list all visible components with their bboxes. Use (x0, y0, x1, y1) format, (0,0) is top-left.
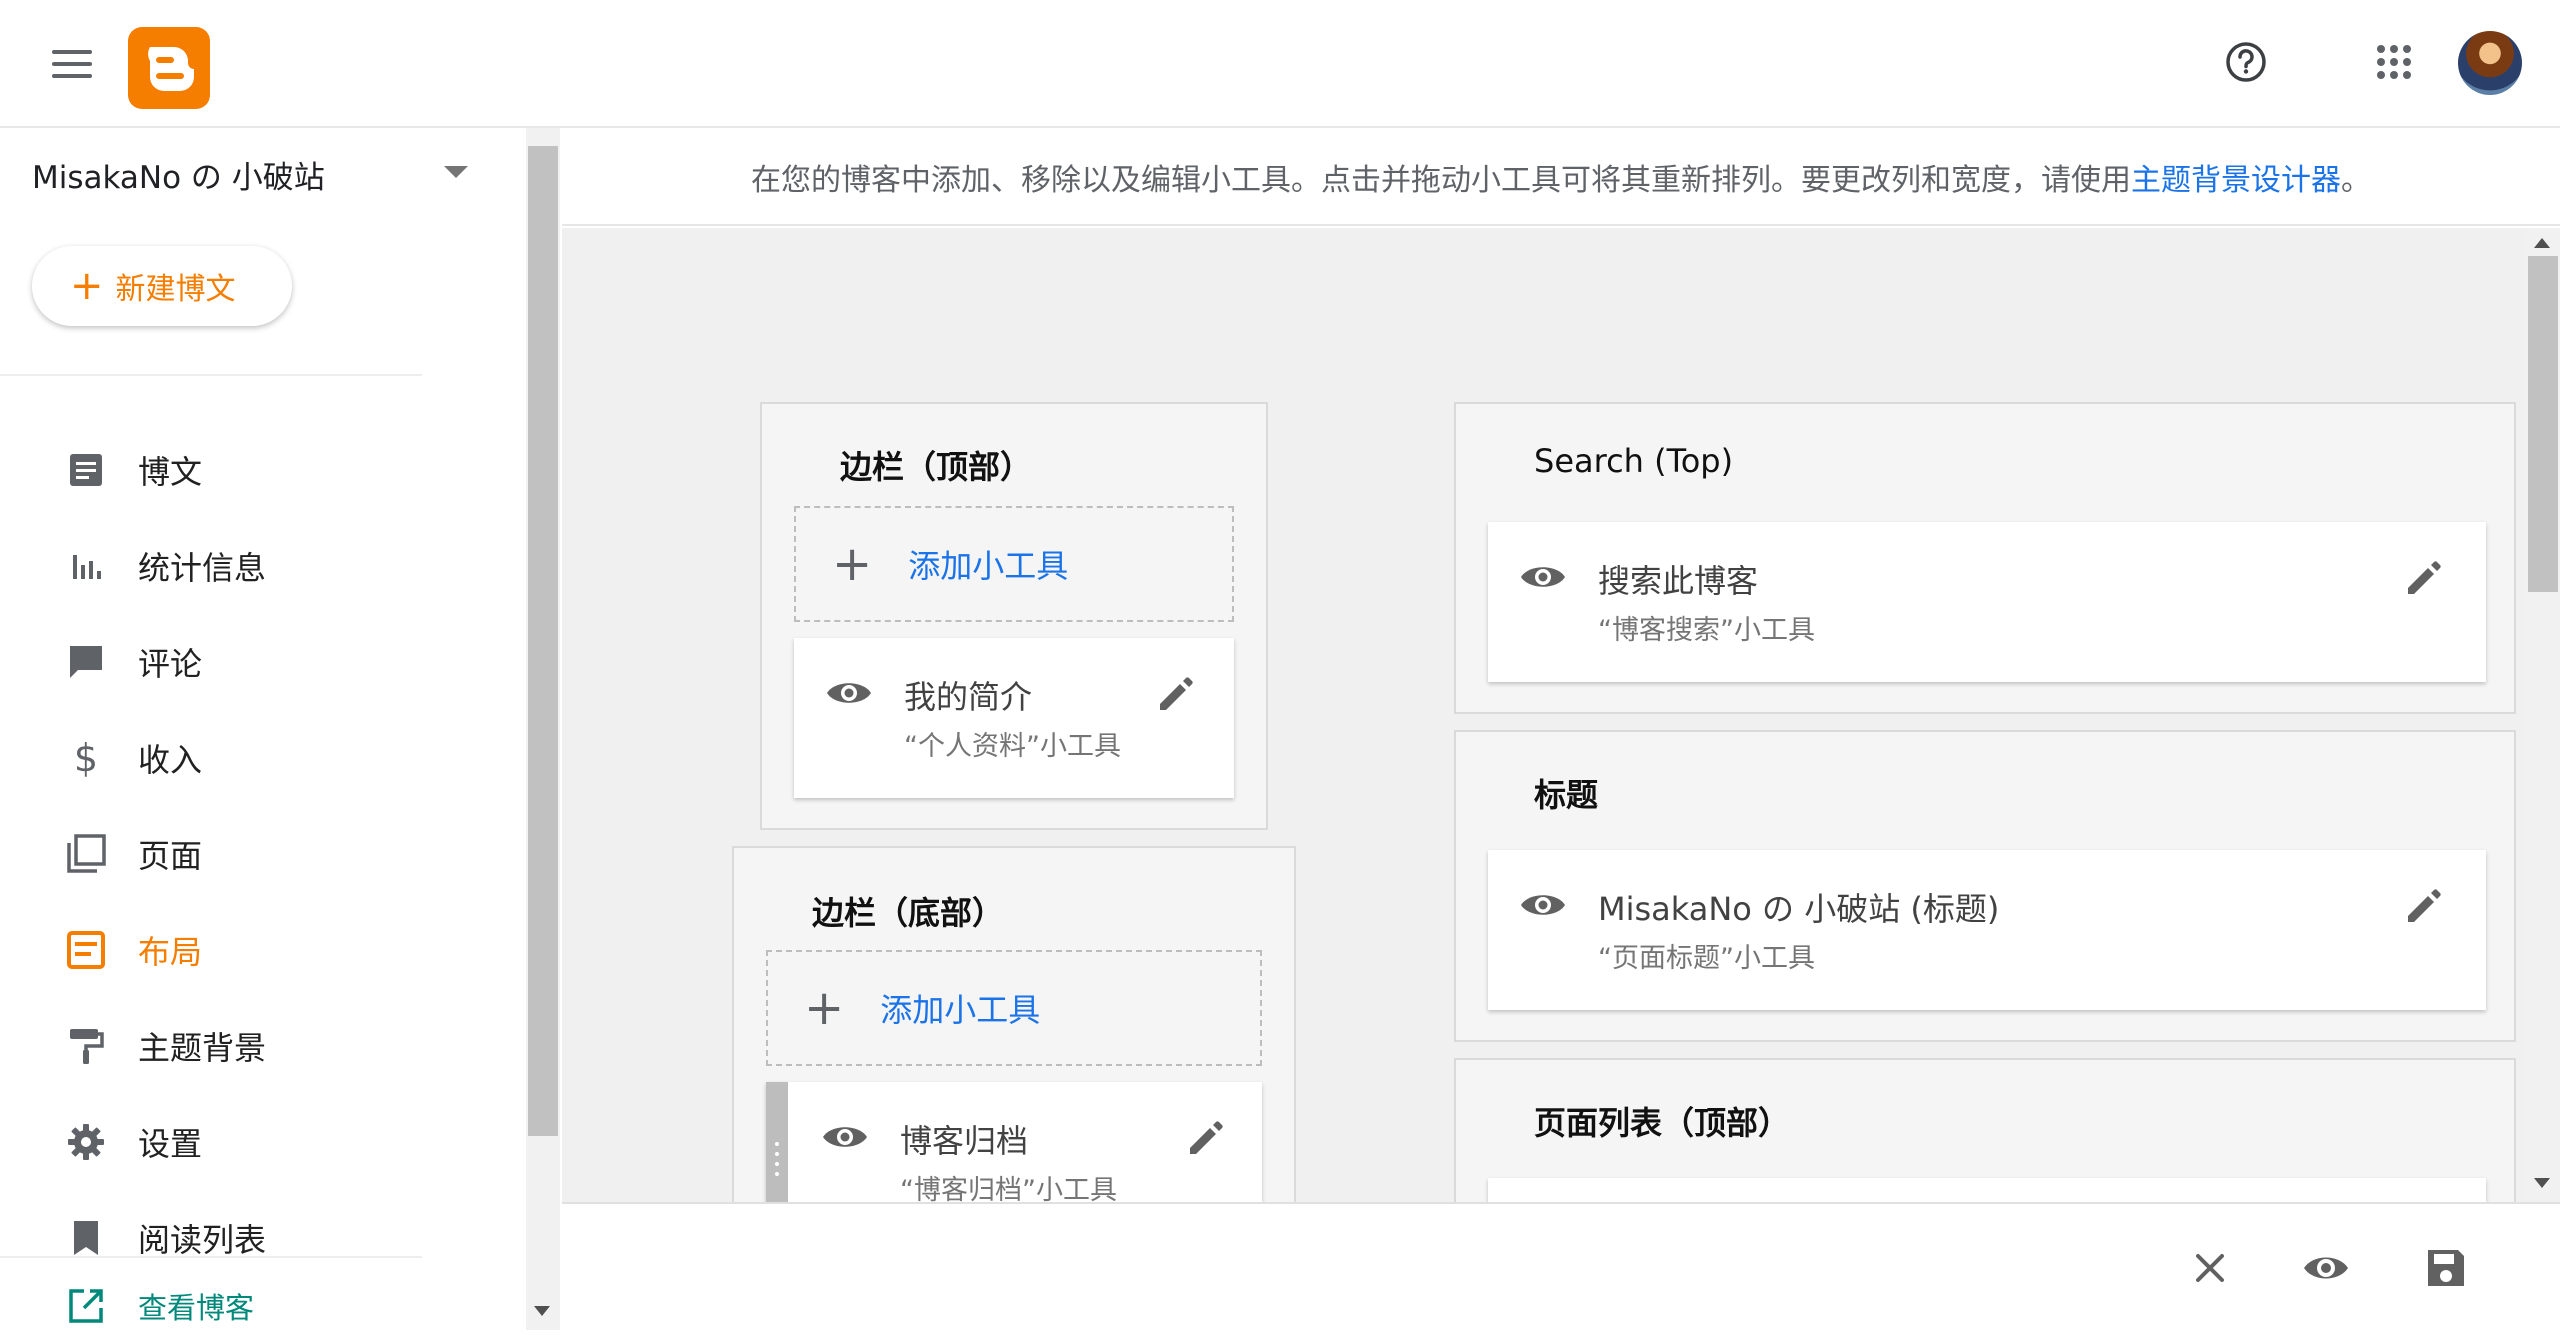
view-blog-label: 查看博客 (138, 1291, 255, 1325)
save-icon[interactable] (2422, 1244, 2470, 1292)
widget-name: 博客归档 (900, 1122, 1029, 1160)
add-gadget-label: 添加小工具 (908, 547, 1069, 585)
top-app-bar (0, 0, 2560, 128)
paint-roller-icon (62, 1022, 110, 1070)
eye-icon[interactable] (2302, 1244, 2350, 1292)
section-header: 标题 MisakaNo の 小破站 (标题) “页面标题”小工具 (1454, 730, 2516, 1042)
widget-page-title[interactable]: MisakaNo の 小破站 (标题) “页面标题”小工具 (1488, 850, 2486, 1010)
sidebar-item-reading-list[interactable]: 阅读列表 (62, 1208, 422, 1268)
apps-grid-icon[interactable] (2376, 44, 2412, 80)
sidebar-item-layout[interactable]: 布局 (62, 920, 422, 980)
posts-icon (62, 446, 110, 494)
hamburger-icon[interactable] (52, 50, 92, 80)
sidebar-item-comments[interactable]: 评论 (62, 632, 422, 692)
sidebar-item-label: 博文 (138, 453, 203, 491)
sidebar-item-label: 统计信息 (138, 549, 267, 587)
section-title: 边栏（顶部） (840, 448, 1033, 486)
sidebar-item-label: 主题背景 (138, 1029, 267, 1067)
sidebar-item-label: 评论 (138, 645, 203, 683)
user-avatar[interactable] (2458, 31, 2522, 95)
pencil-icon[interactable] (1156, 674, 1196, 714)
section-title: Search (Top) (1534, 442, 1734, 480)
plus-icon: + (70, 263, 104, 309)
dollar-icon: $ (73, 736, 99, 780)
add-gadget-label: 添加小工具 (880, 991, 1041, 1029)
section-pagelist-top: 页面列表（顶部） (1454, 1058, 2516, 1202)
section-sidebar-bottom: 边栏（底部） + 添加小工具 博客归档 “博客归档”小工具 (732, 846, 1296, 1202)
layout-canvas: 边栏（顶部） + 添加小工具 我的简介 “个人资料”小工具 边栏（底部） + 添… (562, 228, 2524, 1202)
info-suffix: 。 (2341, 163, 2371, 198)
sidebar-scrollbar-thumb[interactable] (528, 146, 558, 1136)
new-post-label: 新建博文 (115, 272, 236, 307)
comments-icon (62, 638, 110, 686)
pencil-icon[interactable] (2404, 886, 2444, 926)
widget-page-list[interactable] (1488, 1178, 2486, 1202)
divider (0, 1256, 422, 1258)
sidebar-item-label: 布局 (138, 933, 203, 971)
new-post-button[interactable]: + 新建博文 (32, 246, 292, 326)
section-title: 页面列表（顶部） (1534, 1104, 1791, 1142)
scroll-down-arrow-icon[interactable] (2534, 1178, 2550, 1188)
plus-icon: + (832, 536, 873, 592)
sidebar-item-pages[interactable]: 页面 (62, 824, 422, 884)
widget-name: 搜索此博客 (1598, 562, 1759, 600)
widget-type: “博客搜索”小工具 (1598, 615, 1815, 646)
sidebar-item-settings[interactable]: 设置 (62, 1112, 422, 1172)
add-gadget-button[interactable]: + 添加小工具 (794, 506, 1234, 622)
scroll-down-arrow-icon[interactable] (534, 1306, 550, 1316)
sidebar: MisakaNo の 小破站 + 新建博文 博文 统计信息 评论 $ 收入 页面 (0, 130, 524, 1330)
divider (0, 374, 422, 376)
info-text: 在您的博客中添加、移除以及编辑小工具。点击并拖动小工具可将其重新排列。要更改列和… (751, 163, 2131, 198)
bookmark-icon (62, 1214, 110, 1262)
sidebar-item-label: 收入 (138, 741, 203, 779)
section-sidebar-top: 边栏（顶部） + 添加小工具 我的简介 “个人资料”小工具 (760, 402, 1268, 830)
pages-icon (62, 830, 110, 878)
eye-icon[interactable] (1520, 562, 1566, 592)
widget-name: MisakaNo の 小破站 (标题) (1598, 890, 2000, 928)
pencil-icon[interactable] (2404, 558, 2444, 598)
blog-selector[interactable]: MisakaNo の 小破站 (32, 152, 325, 197)
eye-icon[interactable] (822, 1122, 868, 1152)
widget-profile[interactable]: 我的简介 “个人资料”小工具 (794, 638, 1234, 798)
sidebar-item-label: 阅读列表 (138, 1221, 267, 1259)
chevron-down-icon[interactable] (444, 166, 468, 178)
pencil-icon[interactable] (1186, 1118, 1226, 1158)
drag-handle[interactable] (766, 1082, 788, 1202)
gear-icon (62, 1118, 110, 1166)
sidebar-item-label: 页面 (138, 837, 203, 875)
eye-icon[interactable] (1520, 890, 1566, 920)
stats-icon (62, 542, 110, 590)
open-in-new-icon (62, 1282, 110, 1330)
scroll-up-arrow-icon[interactable] (2534, 238, 2550, 248)
blogger-logo[interactable] (128, 27, 210, 109)
widget-type: “个人资料”小工具 (904, 731, 1121, 762)
help-circle-icon[interactable] (2224, 40, 2268, 84)
sidebar-item-stats[interactable]: 统计信息 (62, 536, 422, 596)
bottom-action-bar (562, 1202, 2560, 1330)
sidebar-item-label: 设置 (138, 1125, 203, 1163)
add-gadget-button[interactable]: + 添加小工具 (766, 950, 1262, 1066)
plus-icon: + (804, 980, 845, 1036)
sidebar-item-posts[interactable]: 博文 (62, 440, 422, 500)
eye-icon[interactable] (826, 678, 872, 708)
widget-blog-search[interactable]: 搜索此博客 “博客搜索”小工具 (1488, 522, 2486, 682)
section-search-top: Search (Top) 搜索此博客 “博客搜索”小工具 (1454, 402, 2516, 714)
sidebar-item-earnings[interactable]: $ 收入 (62, 728, 422, 788)
widget-blog-archive[interactable]: 博客归档 “博客归档”小工具 (766, 1082, 1262, 1202)
widget-type: “博客归档”小工具 (900, 1175, 1117, 1202)
sidebar-item-theme[interactable]: 主题背景 (62, 1016, 422, 1076)
layout-icon (62, 926, 110, 974)
theme-designer-link[interactable]: 主题背景设计器 (2131, 155, 2341, 199)
section-title: 边栏（底部） (812, 894, 1005, 932)
section-title: 标题 (1534, 776, 1599, 814)
close-icon[interactable] (2186, 1244, 2234, 1292)
view-blog-link[interactable]: 查看博客 (62, 1276, 422, 1336)
canvas-scrollbar-thumb[interactable] (2528, 256, 2558, 592)
layout-info-bar: 在您的博客中添加、移除以及编辑小工具。点击并拖动小工具可将其重新排列。要更改列和… (562, 130, 2560, 226)
widget-name: 我的简介 (904, 678, 1033, 716)
widget-type: “页面标题”小工具 (1598, 943, 1815, 974)
